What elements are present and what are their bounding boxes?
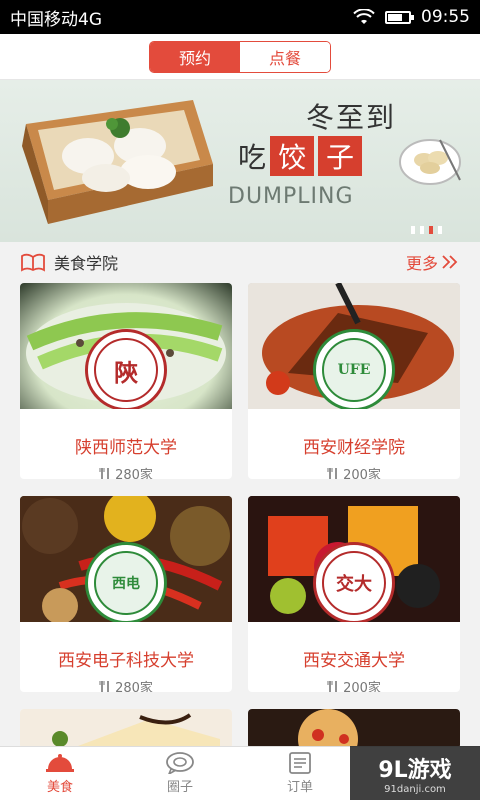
- open-book-icon: [21, 253, 45, 272]
- card-title: 陕西师范大学: [75, 438, 177, 458]
- nav-orders[interactable]: 订单: [240, 747, 360, 800]
- university-card[interactable]: [248, 709, 460, 749]
- pager-dot[interactable]: [411, 226, 415, 234]
- university-card[interactable]: 西电 西安电子科技大学 280家: [20, 496, 232, 692]
- banner-english: DUMPLING: [228, 184, 354, 209]
- status-icons: 09:55: [353, 7, 470, 27]
- section-title: 美食学院: [20, 250, 118, 274]
- mode-switch: 预约 点餐: [149, 40, 331, 73]
- card-title: 西安交通大学: [303, 651, 405, 671]
- order-list-icon: [289, 752, 311, 774]
- food-photo-pizza: [248, 709, 460, 749]
- card-title: 西安电子科技大学: [58, 651, 194, 671]
- watermark-logo: 9L游戏: [378, 757, 452, 783]
- university-seal: 交大: [313, 542, 395, 622]
- banner-headline: 冬至到: [306, 101, 397, 134]
- carrier-label: 中国移动4G: [10, 9, 102, 30]
- wifi-icon: [353, 9, 375, 24]
- pager-dot[interactable]: [420, 226, 424, 234]
- banner-subheadline: 吃 饺 子: [238, 136, 363, 176]
- circle-chat-icon: [166, 752, 194, 774]
- promo-banner[interactable]: 冬至到 吃 饺 子 DUMPLING: [0, 80, 480, 242]
- tab-order-food[interactable]: 点餐: [240, 41, 330, 72]
- university-card[interactable]: UFE 西安财经学院 200家: [248, 283, 460, 479]
- card-title: 西安财经学院: [303, 438, 405, 458]
- card-count: 200家: [248, 677, 460, 692]
- section-header: 美食学院 更多: [0, 242, 480, 282]
- double-chevron-right-icon: [442, 255, 458, 269]
- university-card[interactable]: 陝 陕西师范大学 280家: [20, 283, 232, 479]
- nav-food[interactable]: 美食: [0, 747, 120, 800]
- banner-pager: [411, 226, 442, 234]
- nav-circle[interactable]: 圈子: [120, 747, 240, 800]
- university-card[interactable]: 交大 西安交通大学 200家: [248, 496, 460, 692]
- more-label: 更多: [405, 254, 438, 273]
- clock: 09:55: [421, 7, 470, 27]
- top-header: 预约 点餐: [0, 34, 480, 80]
- banner-sub-word-2: 子: [318, 136, 363, 176]
- fork-knife-icon: [99, 467, 109, 479]
- card-count: 280家: [20, 464, 232, 479]
- card-photo: 西电: [20, 496, 232, 622]
- card-photo: 陝: [20, 283, 232, 409]
- banner-sub-word-1: 饺: [270, 136, 315, 176]
- food-cover-icon: [46, 754, 74, 772]
- fork-knife-icon: [327, 680, 337, 692]
- more-link[interactable]: 更多: [406, 250, 460, 274]
- pager-dot-active[interactable]: [429, 226, 433, 234]
- fork-knife-icon: [327, 467, 337, 479]
- card-count: 280家: [20, 677, 232, 692]
- battery-icon: [385, 10, 414, 24]
- dumpling-steamer-image: [22, 100, 213, 224]
- tab-reserve[interactable]: 预约: [150, 41, 240, 72]
- university-seal: UFE: [313, 329, 395, 409]
- food-photo-cake: [20, 709, 232, 749]
- status-bar: 中国移动4G 09:55: [0, 0, 480, 34]
- watermark-url: 91danji.com: [384, 783, 446, 795]
- university-card[interactable]: [20, 709, 232, 749]
- pager-dot[interactable]: [438, 226, 442, 234]
- university-seal: 陝: [85, 329, 167, 409]
- site-watermark: 9L游戏 91danji.com: [350, 746, 480, 800]
- card-photo: 交大: [248, 496, 460, 622]
- university-seal: 西电: [85, 542, 167, 622]
- dumpling-bowl-image: [399, 139, 461, 185]
- card-photo: UFE: [248, 283, 460, 409]
- card-count: 200家: [248, 464, 460, 479]
- banner-sub-prefix: 吃: [238, 141, 267, 174]
- fork-knife-icon: [99, 680, 109, 692]
- section-title-text: 美食学院: [54, 254, 119, 273]
